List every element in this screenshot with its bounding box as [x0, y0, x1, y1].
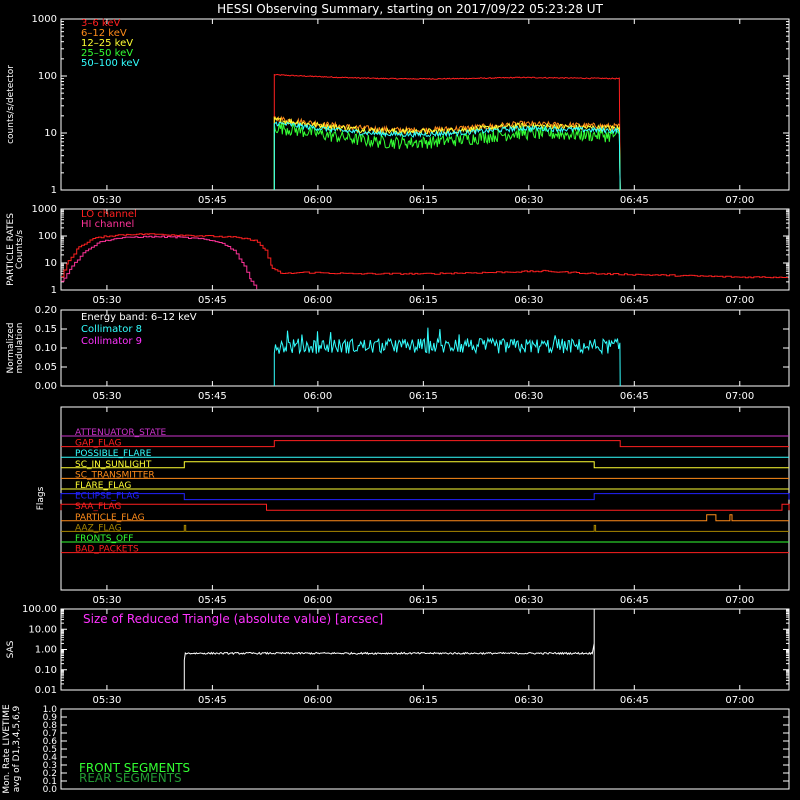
modulation-series — [273, 327, 621, 387]
particle-rates-ylabel: PARTICLE RATES Counts/s — [6, 213, 25, 286]
flags-xtick-label: 07:00 — [725, 595, 754, 606]
flag-trace — [61, 514, 789, 522]
modulation-legend-entry: Collimator 9 — [81, 336, 142, 347]
modulation-xtick-label: 06:30 — [514, 391, 543, 402]
particle-rates-xtick-label: 07:00 — [725, 295, 754, 306]
sas-legend-title: Size of Reduced Triangle (absolute value… — [83, 612, 383, 626]
particle-rates-xtick-label: 06:00 — [303, 295, 332, 306]
sas-xtick-label: 07:00 — [725, 695, 754, 706]
sas-panel: 05:30 05:45 06:00 06:15 06:30 06:45 07:00 0.01 0… — [6, 604, 790, 706]
particle-rates-xtick-label: 06:30 — [514, 295, 543, 306]
flag-trace — [60, 493, 790, 501]
particle-rates-legend-entry: HI channel — [81, 219, 134, 230]
hessi-summary-figure: HESSI Observing Summary, starting on 201… — [2, 2, 790, 795]
modulation-ylabel-line: modulation — [15, 323, 25, 374]
modulation-xtick-label: 07:00 — [725, 391, 754, 402]
modulation-ytick-label: 0.10 — [35, 343, 57, 354]
monitor-livetime-ytick-label: 1.0 — [43, 705, 58, 715]
count-rates-ytick-label: 1 — [51, 185, 57, 196]
sas-xtick-label: 06:15 — [409, 695, 438, 706]
flag-trace — [61, 440, 789, 448]
sas-xtick-label: 05:30 — [93, 695, 122, 706]
modulation-xtick-label: 05:30 — [93, 391, 122, 402]
sas-xtick-label: 06:00 — [303, 695, 332, 706]
particle-rates-ytick-label: 1 — [51, 285, 57, 296]
particle-rate-series — [61, 235, 258, 290]
sas-ytick-label: 10.00 — [28, 624, 57, 635]
particle-rates-xtick-label: 06:15 — [409, 295, 438, 306]
flags-xtick-label: 05:45 — [198, 595, 227, 606]
count-rates-ytick-label: 1000 — [32, 14, 57, 25]
flags-panel: 05:30 05:45 06:00 06:15 06:30 06:45 07:00 Flags… — [36, 406, 790, 606]
particle-rate-series — [61, 233, 789, 279]
sas-xtick-label: 05:45 — [198, 695, 227, 706]
count-rates-panel: 05:30 05:45 06:00 06:15 06:30 06:45 07:00 1 10 10… — [6, 14, 790, 206]
flag-trace — [60, 503, 790, 511]
modulation-legend-title: Energy band: 6–12 keV — [81, 312, 197, 323]
sas-xtick-label: 06:30 — [514, 695, 543, 706]
flags-xtick-label: 06:45 — [620, 595, 649, 606]
modulation-ytick-label: 0.00 — [35, 381, 57, 392]
count-rates-legend-entry: 50–100 keV — [81, 58, 140, 69]
modulation-ytick-label: 0.20 — [35, 305, 57, 316]
count-rates-xtick-label: 05:30 — [93, 195, 122, 206]
modulation-xtick-label: 06:00 — [303, 391, 332, 402]
flags-frame — [60, 406, 790, 591]
sas-ytick-label: 100.00 — [22, 604, 57, 615]
monitor-livetime-legend-entry: REAR SEGMENTS — [79, 771, 182, 785]
sas-ylabel: SAS — [6, 640, 16, 658]
modulation-panel: 05:30 05:45 06:00 06:15 06:30 06:45 07:00 0.00 0… — [6, 305, 790, 402]
count-rates-xtick-label: 06:15 — [409, 195, 438, 206]
count-rates-ytick-label: 100 — [38, 71, 57, 82]
flags-ylabel-line: Flags — [36, 486, 46, 510]
monitor-livetime-ylabel-line: avg of D1,3,4,5,6,9 — [12, 705, 22, 792]
particle-rates-ytick-label: 1000 — [32, 204, 57, 215]
particle-rates-ylabel-line: Counts/s — [15, 230, 25, 269]
count-rates-ylabel: counts/s/detector — [6, 65, 16, 144]
modulation-legend-entry: Collimator 8 — [81, 324, 142, 335]
flags-xtick-label: 05:30 — [93, 595, 122, 606]
modulation-ytick-label: 0.05 — [35, 362, 57, 373]
flags-xtick-label: 06:30 — [514, 595, 543, 606]
particle-rates-xtick-label: 05:30 — [93, 295, 122, 306]
particle-rates-panel: 05:30 05:45 06:00 06:15 06:30 06:45 07:00 1 10 10… — [6, 204, 790, 306]
monitor-livetime-ylabel-line: Mon. Rate LIVETIME — [2, 704, 12, 794]
count-rates-ylabel-line: counts/s/detector — [6, 65, 16, 144]
particle-rates-ytick-label: 10 — [44, 258, 57, 269]
modulation-xtick-label: 05:45 — [198, 391, 227, 402]
flags-ylabel: Flags — [36, 486, 46, 510]
modulation-ytick-label: 0.15 — [35, 324, 57, 335]
count-rates-ytick-label: 10 — [44, 128, 57, 139]
count-rates-xtick-label: 07:00 — [725, 195, 754, 206]
modulation-xtick-label: 06:15 — [409, 391, 438, 402]
modulation-ylabel: Normalized modulation — [6, 322, 25, 373]
sas-xtick-label: 06:45 — [620, 695, 649, 706]
count-rates-xtick-label: 06:00 — [303, 195, 332, 206]
count-rates-xtick-label: 05:45 — [198, 195, 227, 206]
count-rate-series — [273, 121, 621, 191]
particle-rates-xtick-label: 06:45 — [620, 295, 649, 306]
particle-rates-xtick-label: 05:45 — [198, 295, 227, 306]
particle-rates-ytick-label: 100 — [38, 231, 57, 242]
count-rates-frame — [60, 18, 790, 191]
monitor-livetime-ylabel: Mon. Rate LIVETIME avg of D1,3,4,5,6,9 — [2, 704, 22, 794]
count-rates-xtick-label: 06:30 — [514, 195, 543, 206]
flags-xtick-label: 06:15 — [409, 595, 438, 606]
figure-title: HESSI Observing Summary, starting on 201… — [217, 2, 603, 16]
sas-ytick-label: 0.10 — [35, 665, 57, 676]
count-rates-xtick-label: 06:45 — [620, 195, 649, 206]
sas-ylabel-line: SAS — [6, 640, 16, 658]
modulation-xtick-label: 06:45 — [620, 391, 649, 402]
flag-trace — [61, 461, 789, 469]
flags-xtick-label: 06:00 — [303, 595, 332, 606]
panels: 05:30 05:45 06:00 06:15 06:30 06:45 07:0011010… — [2, 14, 790, 795]
sas-ytick-label: 0.01 — [35, 685, 57, 696]
flag-trace — [61, 524, 789, 532]
particle-rates-frame — [60, 208, 790, 291]
monitor-livetime-panel: 0.00.10.20.30.40.50.60.70.80.91.0Mon. Ra… — [2, 704, 790, 795]
sas-ytick-label: 1.00 — [35, 645, 57, 656]
